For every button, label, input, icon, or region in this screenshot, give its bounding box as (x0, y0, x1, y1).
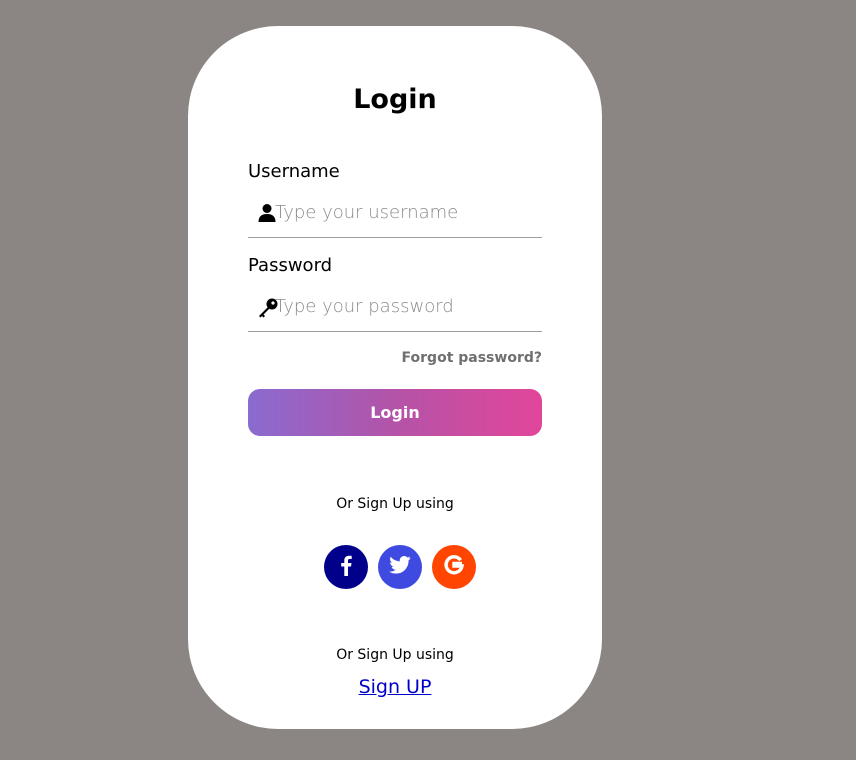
social-buttons (324, 545, 476, 589)
username-label: Username (248, 161, 340, 182)
forgot-password-link[interactable]: Forgot password? (402, 350, 542, 366)
signup-link-wrapper: Sign UP (188, 676, 602, 698)
password-field-wrapper (248, 287, 542, 332)
google-icon (444, 555, 464, 579)
facebook-icon (340, 554, 352, 580)
login-button[interactable]: Login (248, 389, 542, 436)
page-title: Login (353, 84, 437, 115)
signup-prompt: Or Sign Up using (336, 647, 454, 663)
twitter-button[interactable] (378, 545, 422, 589)
username-field-wrapper (248, 193, 542, 238)
google-button[interactable] (432, 545, 476, 589)
key-icon (257, 297, 278, 318)
password-input[interactable] (275, 291, 535, 321)
user-icon (257, 203, 277, 223)
social-signup-prompt: Or Sign Up using (336, 496, 454, 512)
facebook-button[interactable] (324, 545, 368, 589)
twitter-icon (389, 556, 411, 578)
password-label: Password (248, 255, 333, 276)
login-card: Login Username Password Forgot password?… (188, 26, 602, 729)
username-input[interactable] (275, 197, 535, 227)
signup-link[interactable]: Sign UP (359, 676, 432, 698)
